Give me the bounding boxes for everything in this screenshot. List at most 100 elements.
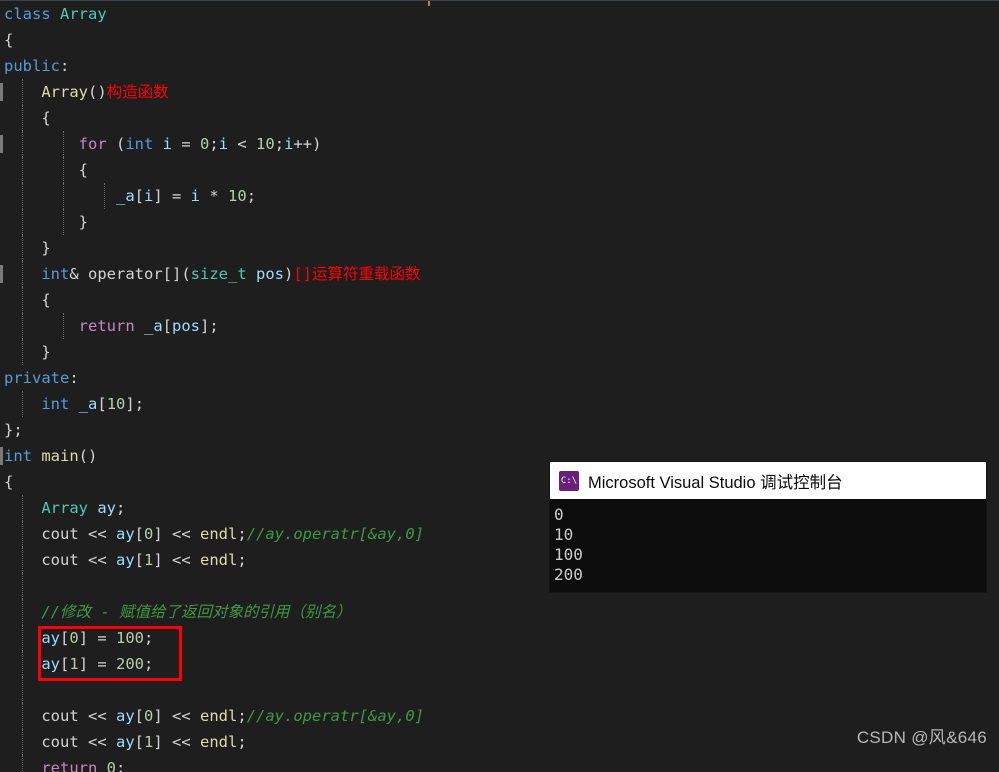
indent-guide [22,261,23,287]
code-token: Array [41,83,88,101]
code-line[interactable]: return 0; [0,755,999,772]
code-token: [ [162,317,173,335]
code-token: endl [200,707,238,725]
code-line[interactable]: for (int i = 0;i < 10;i++) [0,131,999,157]
code-token: ay [115,551,135,569]
code-line[interactable]: //修改 - 赋值给了返回对象的引用（别名） [0,599,999,625]
indent-guide [22,651,23,677]
code-line[interactable]: int& operator[](size_t pos)[]运算符重载函数 [0,261,999,287]
code-line[interactable]: { [0,157,999,183]
code-token: return [41,759,98,772]
code-token: cout [41,707,79,725]
code-line[interactable]: private: [0,365,999,391]
code-token: : [69,369,79,387]
code-line[interactable]: ay[1] = 200; [0,651,999,677]
code-token: } [4,239,51,257]
code-token: } [4,213,88,231]
code-token: [ [134,187,144,205]
code-line[interactable]: } [0,235,999,261]
code-line[interactable]: class Array [0,1,999,27]
code-line[interactable]: ay[0] = 100; [0,625,999,651]
code-token: int [41,395,70,413]
indent-guide [22,391,23,417]
code-line[interactable]: { [0,287,999,313]
indent-guide [22,625,23,651]
code-token: ]; [125,395,145,413]
code-token: 0 [69,629,79,647]
indent-guide [22,521,23,547]
console-output-area: 0 10 100 200 [550,499,986,585]
code-token: //ay.operatr[&ay,0] [246,707,424,725]
code-line[interactable]: cout << ay[1] << endl; [0,729,999,755]
code-token: << [78,707,116,725]
code-token: [ [134,551,144,569]
code-editor[interactable]: class Array { public: Array()构造函数 { for (i… [0,0,999,772]
code-token: endl [200,733,238,751]
code-token: for [78,135,107,153]
code-token: int [125,135,154,153]
code-token: = [172,135,201,153]
code-token: 10 [106,395,126,413]
code-line[interactable]: } [0,339,999,365]
code-token: 200 [116,655,145,673]
code-token: [ [134,525,144,543]
code-line[interactable]: cout << ay[0] << endl;//ay.operatr[&ay,0… [0,703,999,729]
code-token: _a [144,317,163,335]
indent-guide [22,157,23,183]
code-token: int [4,447,32,465]
code-line[interactable]: return _a[pos]; [0,313,999,339]
code-token: () [88,83,107,101]
code-token: 构造函数 [106,83,169,101]
code-line[interactable]: public: [0,53,999,79]
collapse-marker[interactable] [0,83,3,101]
console-app-icon [559,470,579,491]
code-text-area[interactable]: class Array { public: Array()构造函数 { for (i… [0,1,999,772]
code-token: i [284,135,294,153]
collapse-marker[interactable] [0,265,3,283]
code-token: ]; [200,317,219,335]
indent-guide [22,235,23,261]
code-line[interactable]: Array()构造函数 [0,79,999,105]
code-line[interactable]: int _a[10]; [0,391,999,417]
code-token: ] << [153,525,201,543]
indent-guide [22,287,23,313]
code-line[interactable]: }; [0,417,999,443]
indent-guide [22,209,23,235]
code-token: { [4,31,14,49]
code-token: { [4,473,14,491]
code-token: & [69,265,88,283]
code-token: //ay.operatr[&ay,0] [246,525,424,543]
code-line[interactable]: { [0,27,999,53]
code-token: } [4,343,51,361]
code-token: endl [200,525,238,543]
collapse-marker[interactable] [0,135,3,153]
console-title-bar[interactable]: Microsoft Visual Studio 调试控制台 [550,462,986,499]
code-token: 1 [144,551,154,569]
indent-guide [63,131,64,157]
code-line[interactable] [0,677,999,703]
code-token: [ [134,733,144,751]
code-line[interactable]: _a[i] = i * 10; [0,183,999,209]
code-token: ; [116,759,126,772]
code-token: ; [246,187,257,205]
code-line[interactable]: } [0,209,999,235]
console-window[interactable]: Microsoft Visual Studio 调试控制台 010100200 [550,462,986,592]
code-line[interactable]: { [0,105,999,131]
console-output-line: 0 [554,505,564,524]
code-token: [ [97,395,107,413]
code-token: int [41,265,70,283]
code-token: << [78,525,116,543]
code-token: 10 [256,135,275,153]
code-token: ay [115,707,135,725]
code-token: _a [78,395,98,413]
code-token: ; [144,655,154,673]
indent-guide [22,79,23,105]
code-token: cout [41,551,79,569]
indent-guide [63,313,64,339]
collapse-marker[interactable] [0,447,3,465]
console-output-line: 200 [554,565,583,584]
